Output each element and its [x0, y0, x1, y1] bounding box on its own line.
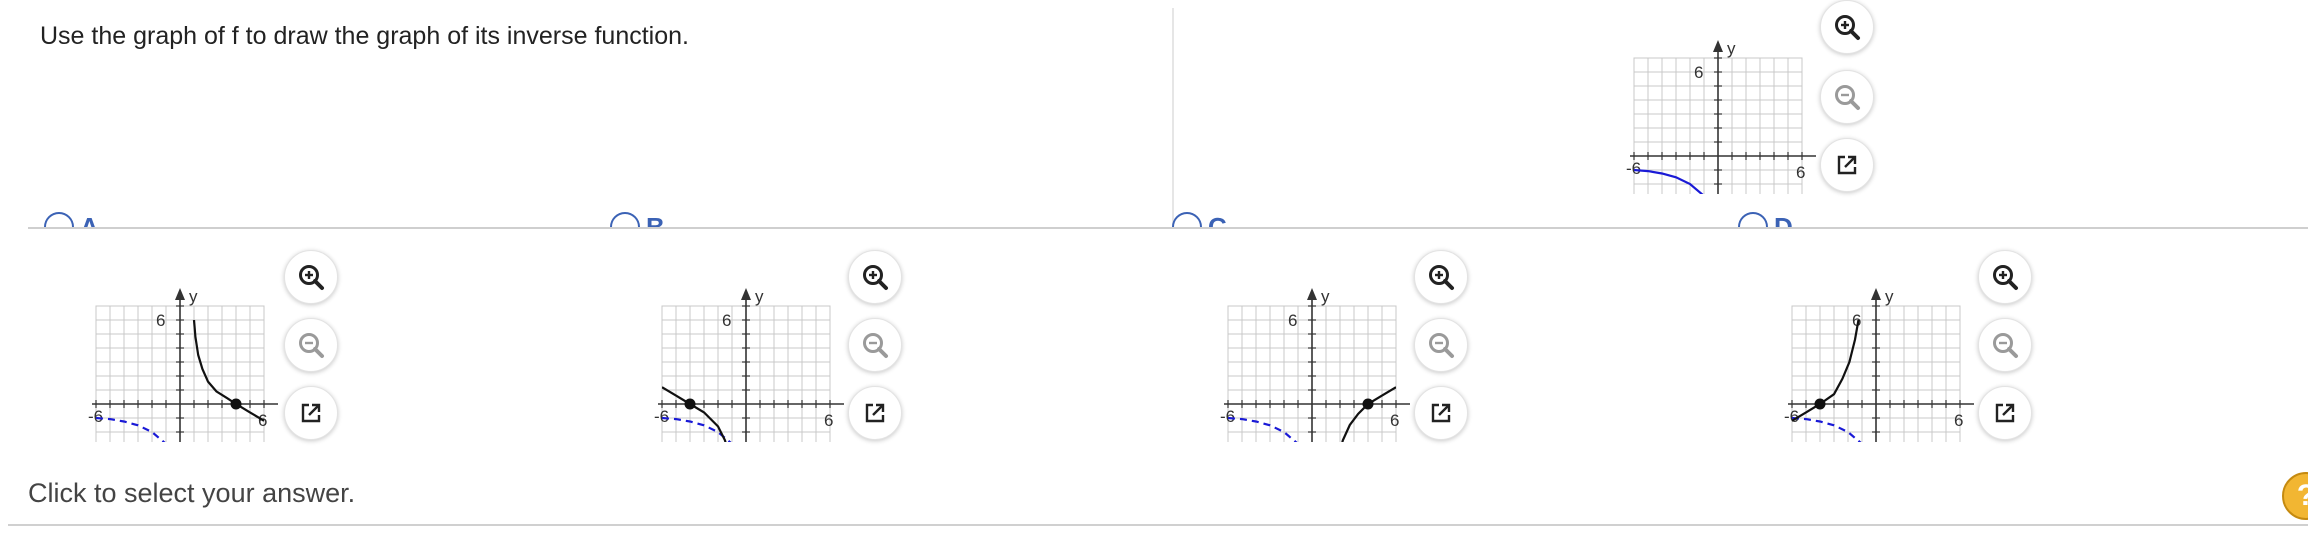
option-c-zoom-out-button[interactable]	[1414, 318, 1468, 372]
answer-instruction: Click to select your answer.	[28, 478, 356, 508]
y-tick-label: 6	[722, 311, 731, 330]
option-a-zoom-out-button[interactable]	[284, 318, 338, 372]
x-tick-label: -6	[1220, 407, 1235, 426]
label-clip	[0, 229, 2308, 243]
zoom-in-icon	[299, 265, 324, 290]
option-d-graph[interactable]: xy6-66-6	[1778, 256, 1974, 442]
option-d-zoom-in-button[interactable]	[1978, 250, 2032, 304]
option-d-popout-button[interactable]	[1978, 386, 2032, 440]
x-tick-label: -6	[1626, 159, 1641, 178]
series-layer	[1634, 168, 1704, 194]
question-graph: xy6-66-6	[1626, 39, 1816, 194]
given-function-curve	[1228, 416, 1298, 442]
y-axis-label: y	[755, 287, 764, 306]
popout-icon	[1837, 155, 1857, 175]
zoom-in-icon	[1993, 265, 2018, 290]
option-c-graph[interactable]: xy6-66-6	[1214, 256, 1410, 442]
zoom-out-icon	[863, 333, 888, 358]
x-tick-label: 6	[1954, 411, 1963, 430]
option-a-zoom-in-button[interactable]	[284, 250, 338, 304]
x-tick-label: 6	[824, 411, 833, 430]
option-b-zoom-in-button[interactable]	[848, 250, 902, 304]
inverse-curve	[1792, 320, 1860, 422]
y-axis-label: y	[189, 287, 198, 306]
y-tick-label: 6	[1694, 63, 1703, 82]
inverse-curve	[1341, 386, 1396, 442]
y-axis-arrow	[741, 288, 751, 300]
x-tick-label: -6	[654, 407, 669, 426]
option-c-zoom-in-button[interactable]	[1414, 250, 1468, 304]
zoom-out-icon	[299, 333, 324, 358]
y-tick-label: 6	[1288, 311, 1297, 330]
option-b-zoom-out-button[interactable]	[848, 318, 902, 372]
popout-icon	[1431, 403, 1451, 423]
y-axis-arrow	[1871, 288, 1881, 300]
graph-point	[230, 398, 242, 410]
option-a-popout-button[interactable]	[284, 386, 338, 440]
popout-icon	[1995, 403, 2015, 423]
y-axis-arrow	[1713, 40, 1723, 52]
y-axis-label: y	[1885, 287, 1894, 306]
footer-divider	[8, 524, 2308, 526]
series-layer	[662, 386, 732, 442]
graph-point	[684, 398, 696, 410]
option-c-popout-button[interactable]	[1414, 386, 1468, 440]
help-button[interactable]: ?	[2282, 472, 2308, 520]
popout-button[interactable]	[1820, 138, 1874, 192]
y-axis-label: y	[1727, 39, 1736, 58]
zoom-in-icon	[1835, 15, 1860, 40]
x-tick-label: 6	[1390, 411, 1399, 430]
zoom-in-button[interactable]	[1820, 0, 1874, 54]
y-axis-label: y	[1321, 287, 1330, 306]
question-prompt: Use the graph of f to draw the graph of …	[40, 22, 689, 50]
x-tick-label: -6	[88, 407, 103, 426]
zoom-out-button[interactable]	[1820, 70, 1874, 124]
popout-icon	[865, 403, 885, 423]
option-b-graph[interactable]: xy6-66-6	[648, 256, 844, 442]
zoom-out-icon	[1429, 333, 1454, 358]
option-a-graph[interactable]: xy6-66-6	[82, 256, 278, 442]
inverse-curve	[192, 320, 264, 422]
section-divider-top	[28, 227, 2308, 229]
zoom-in-icon	[1429, 265, 1454, 290]
zoom-out-icon	[1835, 85, 1860, 110]
y-axis-arrow	[175, 288, 185, 300]
x-tick-label: -6	[1784, 407, 1799, 426]
vertical-divider	[1172, 8, 1174, 228]
help-icon: ?	[2297, 479, 2308, 513]
option-d-zoom-out-button[interactable]	[1978, 318, 2032, 372]
given-function-curve	[96, 416, 166, 442]
given-function-curve	[1634, 168, 1704, 194]
given-function-curve	[1792, 416, 1862, 442]
graph-point	[1362, 398, 1374, 410]
y-axis-arrow	[1307, 288, 1317, 300]
x-tick-label: 6	[1796, 163, 1805, 182]
option-b-popout-button[interactable]	[848, 386, 902, 440]
inverse-curve	[662, 386, 727, 442]
popout-icon	[301, 403, 321, 423]
zoom-out-icon	[1993, 333, 2018, 358]
graph-point	[1814, 398, 1826, 410]
zoom-in-icon	[863, 265, 888, 290]
series-layer	[1792, 320, 1862, 442]
y-tick-label: 6	[156, 311, 165, 330]
